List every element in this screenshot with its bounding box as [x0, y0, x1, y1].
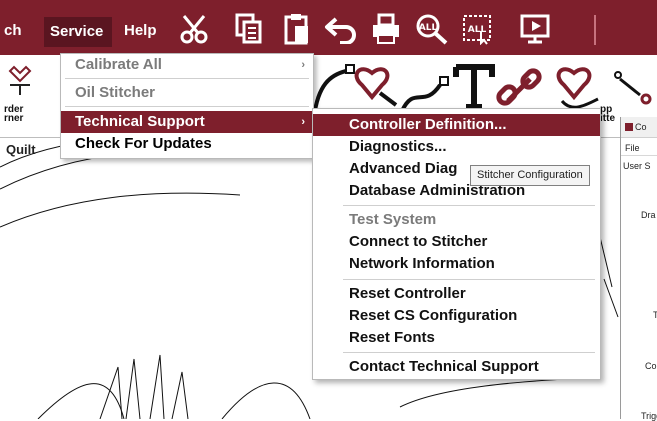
menu-item-label: Network Information: [349, 255, 495, 272]
menu-item-reset-cs-configuration[interactable]: Reset CS Configuration: [313, 305, 600, 327]
menu-item-label: Check For Updates: [75, 135, 212, 152]
menu-title-help[interactable]: Help: [124, 21, 157, 41]
preview-icon[interactable]: [516, 8, 556, 50]
menu-title-partial[interactable]: ch: [4, 21, 22, 41]
menu-separator: [65, 78, 309, 79]
menu-item-calibrate-all[interactable]: Calibrate All ›: [61, 54, 313, 76]
menu-item-label: Diagnostics...: [349, 138, 447, 155]
paste-icon[interactable]: [279, 8, 315, 50]
file-menu[interactable]: File: [625, 143, 640, 153]
svg-text:ALL: ALL: [419, 23, 438, 33]
menu-separator: [343, 352, 595, 353]
menu-item-reset-fonts[interactable]: Reset Fonts: [313, 327, 600, 349]
menu-item-label: Connect to Stitcher: [349, 233, 488, 250]
svg-text:ALL: ALL: [468, 25, 487, 35]
toolbar-label-partial: itte: [600, 113, 615, 124]
menu-item-label: Calibrate All: [75, 56, 162, 73]
zoom-icon[interactable]: ALL: [412, 8, 452, 50]
window-label: T: [653, 310, 657, 320]
chevron-right-icon: ›: [301, 116, 305, 128]
window-label: Co: [645, 361, 657, 371]
menu-item-label: Reset Controller: [349, 285, 466, 302]
technical-support-submenu: Controller Definition... Diagnostics... …: [312, 108, 601, 380]
menu-separator: [343, 205, 595, 206]
menu-item-label: Test System: [349, 211, 437, 228]
scissors-icon[interactable]: [176, 8, 212, 50]
app-icon: [625, 123, 633, 131]
menu-divider: [621, 155, 657, 156]
link-icon: [496, 68, 542, 106]
toolbar-label-partial: rner: [4, 113, 24, 124]
tooltip: Stitcher Configuration: [470, 165, 590, 186]
toolbar-divider: [594, 15, 596, 45]
menu-separator: [65, 106, 309, 107]
controller-definition-window[interactable]: Co File User S Dra T Co Trigg: [620, 117, 657, 421]
menu-item-oil-stitcher[interactable]: Oil Stitcher: [61, 82, 313, 104]
menu-item-network-information[interactable]: Network Information: [313, 253, 600, 275]
menu-item-label: Advanced Diag: [349, 160, 458, 177]
menu-item-reset-controller[interactable]: Reset Controller: [313, 283, 600, 305]
menu-item-check-for-updates[interactable]: Check For Updates: [61, 133, 313, 155]
menu-item-label: Contact Technical Support: [349, 358, 539, 375]
copy-icon[interactable]: [231, 8, 267, 50]
print-icon[interactable]: [366, 8, 406, 50]
heart-corner-icon: [8, 65, 32, 95]
menu-title-service[interactable]: Service: [44, 17, 113, 47]
menu-item-label: Reset CS Configuration: [349, 307, 518, 324]
menu-item-diagnostics[interactable]: Diagnostics...: [313, 136, 600, 158]
window-label: Dra: [641, 210, 656, 220]
select-all-icon[interactable]: ALL: [458, 8, 498, 50]
heart-needle-icon: [354, 67, 398, 107]
wave-line-icon: [400, 76, 449, 112]
menu-bar: ch Service Help ALL ALL: [0, 3, 657, 55]
undo-icon[interactable]: [321, 8, 361, 50]
menu-item-label: Reset Fonts: [349, 329, 435, 346]
menu-item-technical-support[interactable]: Technical Support ›: [61, 111, 313, 133]
text-tool-icon: [453, 64, 495, 110]
menu-separator: [343, 279, 595, 280]
menu-item-controller-definition[interactable]: Controller Definition...: [313, 114, 600, 136]
heart-trace-icon: [556, 67, 599, 109]
menu-item-test-system[interactable]: Test System: [313, 209, 600, 231]
chevron-right-icon: ›: [301, 59, 305, 71]
window-label: User S: [623, 161, 651, 171]
menu-item-label: Controller Definition...: [349, 116, 507, 133]
menu-item-label: Oil Stitcher: [75, 84, 156, 101]
node-edit-icon: [614, 71, 652, 105]
service-menu: Calibrate All › Oil Stitcher Technical S…: [60, 53, 314, 159]
menu-item-contact-technical-support[interactable]: Contact Technical Support: [313, 356, 600, 378]
window-title-bar[interactable]: Co: [621, 117, 657, 138]
menu-item-connect-to-stitcher[interactable]: Connect to Stitcher: [313, 231, 600, 253]
menu-item-label: Technical Support: [75, 113, 205, 130]
window-label: Trigg: [641, 411, 657, 421]
window-title: Co: [635, 122, 647, 132]
